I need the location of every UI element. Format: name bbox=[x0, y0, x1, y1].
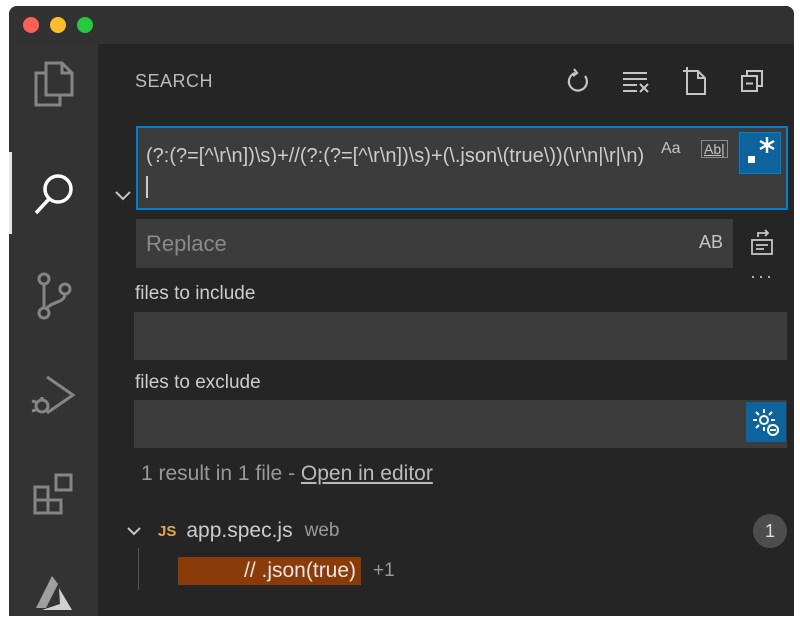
collapse-all-icon bbox=[741, 70, 763, 92]
regex-icon bbox=[748, 137, 775, 163]
activity-extensions[interactable] bbox=[9, 454, 98, 534]
replace-all-button[interactable] bbox=[748, 228, 776, 263]
maximize-window-button[interactable] bbox=[77, 17, 93, 33]
vscode-window: SEARCH (?:(?=[^\r\n])\s)+//(?:(?=[^\r\n]… bbox=[9, 6, 794, 616]
search-input-value[interactable]: (?:(?=[^\r\n])\s)+//(?:(?=[^\r\n])\s)+(\… bbox=[146, 140, 646, 204]
extensions-icon bbox=[33, 473, 72, 515]
files-icon bbox=[34, 61, 73, 107]
match-whole-word-toggle[interactable]: Ab| bbox=[701, 140, 728, 158]
activity-search[interactable] bbox=[9, 154, 98, 234]
new-search-editor-button[interactable] bbox=[678, 64, 712, 98]
azure-icon bbox=[35, 576, 72, 610]
match-more-lines: +1 bbox=[373, 560, 395, 581]
run-debug-icon bbox=[31, 375, 76, 415]
use-exclude-settings-button[interactable] bbox=[746, 402, 786, 442]
search-input[interactable]: (?:(?=[^\r\n])\s)+//(?:(?=[^\r\n])\s)+(\… bbox=[136, 126, 788, 210]
tree-indent-guide bbox=[138, 548, 139, 590]
collapse-all-button[interactable] bbox=[735, 64, 769, 98]
toggle-search-details-button[interactable]: ··· bbox=[750, 266, 774, 287]
match-highlight: // .json(true) bbox=[178, 557, 362, 585]
title-bar bbox=[9, 6, 794, 44]
include-files-input[interactable] bbox=[134, 312, 787, 360]
exclude-label: files to exclude bbox=[135, 372, 261, 393]
exclude-files-input[interactable] bbox=[134, 400, 787, 448]
result-count-badge: 1 bbox=[753, 514, 787, 548]
chevron-down-icon[interactable] bbox=[114, 189, 132, 201]
source-control-icon bbox=[37, 272, 71, 320]
clear-results-button[interactable] bbox=[619, 64, 653, 98]
new-search-editor-icon bbox=[683, 67, 706, 95]
preserve-case-toggle[interactable]: AB bbox=[699, 232, 723, 253]
text-caret bbox=[146, 176, 148, 198]
replace-field[interactable]: AB bbox=[136, 219, 733, 268]
refresh-icon bbox=[567, 68, 588, 92]
js-file-icon: JS bbox=[158, 522, 177, 540]
use-regex-toggle[interactable] bbox=[739, 132, 781, 174]
activity-azure[interactable] bbox=[9, 554, 98, 616]
search-icon bbox=[34, 174, 73, 215]
file-result-row[interactable]: JS app.spec.js web bbox=[126, 516, 339, 546]
activity-bar bbox=[9, 44, 98, 616]
chevron-down-icon[interactable] bbox=[126, 525, 142, 537]
panel-title: SEARCH bbox=[135, 71, 214, 91]
minimize-window-button[interactable] bbox=[50, 17, 66, 33]
results-count-text: 1 result in 1 file - bbox=[141, 462, 301, 485]
replace-input[interactable] bbox=[136, 219, 733, 268]
activity-source-control[interactable] bbox=[9, 256, 98, 336]
result-file-name: app.spec.js bbox=[186, 519, 293, 542]
include-label: files to include bbox=[135, 283, 256, 304]
activity-explorer[interactable] bbox=[9, 44, 98, 124]
gear-icon bbox=[753, 409, 779, 436]
result-file-directory: web bbox=[304, 520, 340, 541]
search-panel: SEARCH (?:(?=[^\r\n])\s)+//(?:(?=[^\r\n]… bbox=[98, 44, 794, 616]
replace-all-icon bbox=[751, 229, 773, 255]
results-summary: 1 result in 1 file - Open in editor bbox=[141, 462, 433, 486]
clear-results-icon bbox=[623, 72, 649, 93]
close-window-button[interactable] bbox=[23, 17, 39, 33]
refresh-button[interactable] bbox=[561, 64, 595, 98]
match-case-toggle[interactable]: Aa bbox=[661, 140, 681, 158]
open-in-editor-link[interactable]: Open in editor bbox=[301, 462, 433, 485]
activity-run-debug[interactable] bbox=[9, 356, 98, 436]
match-result-row[interactable]: // .json(true) +1 bbox=[178, 556, 395, 586]
